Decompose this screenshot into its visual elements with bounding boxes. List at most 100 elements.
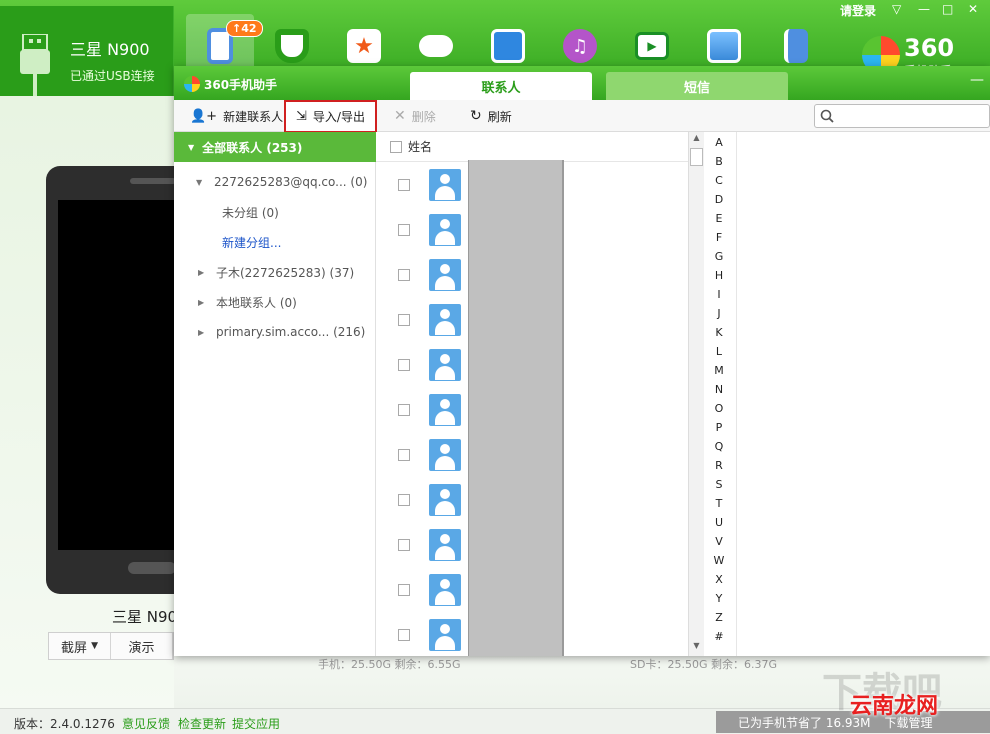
alpha-index-letter[interactable]: E [708, 212, 730, 225]
new-group-link[interactable]: 新建分组... [222, 230, 281, 254]
alpha-index-letter[interactable]: B [708, 155, 730, 168]
alpha-index-letter[interactable]: U [708, 516, 730, 529]
alphabet-index: A B C D E F G H I J K L M N O P Q R S T U V W X Y Z # [708, 132, 734, 656]
row-checkbox[interactable] [398, 448, 410, 461]
maximize-icon[interactable]: □ [942, 2, 953, 16]
contact-list-scrollbar[interactable]: ▲ ▼ [688, 132, 704, 656]
row-checkbox[interactable] [398, 178, 410, 191]
group-all-label: 全部联系人 (253) [202, 140, 303, 155]
search-input[interactable] [814, 104, 990, 128]
new-contact-button[interactable]: 👤+ 新建联系人 [190, 104, 283, 128]
group-zimu[interactable]: ▶ 子木(2272625283) (37) [198, 260, 354, 284]
alpha-index-letter[interactable]: I [708, 288, 730, 301]
collapsed-arrow-icon: ▶ [198, 327, 205, 337]
alpha-index-letter[interactable]: J [708, 307, 730, 320]
delete-button[interactable]: ✕ 删除 [394, 104, 436, 128]
alpha-index-letter[interactable]: K [708, 326, 730, 339]
contact-avatar-icon [429, 348, 461, 381]
alpha-index-letter[interactable]: R [708, 459, 730, 472]
tab-sms[interactable]: 短信 [606, 72, 788, 100]
alpha-index-letter[interactable]: V [708, 535, 730, 548]
contact-avatar-icon [429, 528, 461, 561]
group-label: primary.sim.acco... (216) [216, 325, 366, 339]
row-checkbox[interactable] [398, 358, 410, 371]
row-checkbox[interactable] [398, 403, 410, 416]
submit-app-link[interactable]: 提交应用 [232, 715, 280, 732]
photo-icon [707, 29, 741, 63]
login-link[interactable]: 请登录 [840, 2, 876, 19]
book-icon [784, 29, 808, 63]
minimize-icon[interactable]: — [918, 2, 930, 16]
alpha-index-letter[interactable]: W [708, 554, 730, 567]
alpha-index-letter[interactable]: Z [708, 611, 730, 624]
contact-avatar-icon [429, 438, 461, 471]
alpha-index-letter[interactable]: F [708, 231, 730, 244]
demo-button[interactable]: 演示 [111, 633, 173, 659]
contact-avatar-icon [429, 483, 461, 516]
contact-list-header: 姓名 [376, 132, 688, 162]
group-label: 未分组 (0) [222, 205, 279, 220]
group-all-contacts[interactable]: ▼ 全部联系人 (253) [174, 132, 376, 162]
alpha-index-letter[interactable]: O [708, 402, 730, 415]
sd-storage: SD卡：25.50G 剩余：6.37G [630, 658, 777, 671]
refresh-icon: ↻ [470, 108, 482, 124]
alpha-index-letter[interactable]: L [708, 345, 730, 358]
window-minimize-icon[interactable]: — [970, 72, 984, 88]
row-checkbox[interactable] [398, 628, 410, 641]
scroll-down-icon[interactable]: ▼ [689, 641, 704, 655]
import-export-label: 导入/导出 [312, 110, 365, 124]
group-sim[interactable]: ▶ primary.sim.acco... (216) [198, 320, 365, 344]
alpha-index-letter[interactable]: M [708, 364, 730, 377]
alpha-index-letter[interactable]: X [708, 573, 730, 586]
group-local[interactable]: ▶ 本地联系人 (0) [198, 290, 297, 314]
alpha-index-letter[interactable]: Y [708, 592, 730, 605]
row-checkbox[interactable] [398, 538, 410, 551]
collapse-arrow-icon: ▼ [188, 142, 195, 152]
delete-label: 删除 [411, 109, 436, 124]
group-qq-account[interactable]: ▼ 2272625283@qq.co... (0) [196, 170, 367, 194]
row-checkbox[interactable] [398, 313, 410, 326]
row-checkbox[interactable] [398, 223, 410, 236]
logo-text: 360 [904, 34, 955, 62]
group-label: 2272625283@qq.co... (0) [214, 175, 368, 189]
alpha-index-letter[interactable]: G [708, 250, 730, 263]
watermark-brand: 云南龙网 [850, 694, 939, 719]
import-export-button[interactable]: ⇲ 导入/导出 [284, 100, 377, 133]
screenshot-button[interactable]: 截屏 ▼ [49, 633, 111, 659]
screenshot-label: 截屏 [60, 640, 87, 656]
contact-list: 姓名 [376, 132, 688, 656]
alpha-index-letter[interactable]: Q [708, 440, 730, 453]
group-ungrouped[interactable]: 未分组 (0) [222, 200, 279, 224]
feedback-link[interactable]: 意见反馈 [122, 715, 170, 732]
select-all-checkbox[interactable] [390, 140, 402, 153]
close-icon[interactable]: ✕ [968, 2, 978, 16]
add-user-icon: 👤+ [190, 108, 218, 124]
scroll-up-icon[interactable]: ▲ [689, 133, 704, 147]
row-checkbox[interactable] [398, 583, 410, 596]
alpha-index-letter[interactable]: A [708, 136, 730, 149]
alpha-index-letter[interactable]: C [708, 174, 730, 187]
contact-avatar-icon [429, 393, 461, 426]
check-update-link[interactable]: 检查更新 [178, 715, 226, 732]
alpha-index-letter[interactable]: N [708, 383, 730, 396]
alpha-index-letter[interactable]: T [708, 497, 730, 510]
scroll-thumb[interactable] [690, 148, 703, 166]
alpha-index-letter[interactable]: S [708, 478, 730, 491]
alpha-index-letter[interactable]: D [708, 193, 730, 206]
contact-avatar-icon [429, 618, 461, 651]
version-label: 版本：2.4.0.1276 [14, 717, 115, 731]
alpha-index-letter[interactable]: H [708, 269, 730, 282]
refresh-button[interactable]: ↻ 刷新 [470, 104, 512, 128]
device-panel[interactable]: 三星 N900 已通过USB连接 [0, 6, 174, 100]
row-checkbox[interactable] [398, 493, 410, 506]
menu-icon[interactable]: ▽ [892, 2, 901, 16]
shopping-bag-icon [491, 29, 525, 63]
phone-mockup [46, 166, 176, 594]
tab-contacts[interactable]: 联系人 [410, 72, 592, 100]
alpha-index-letter[interactable]: P [708, 421, 730, 434]
phone-home-button [128, 562, 176, 574]
phone-storage: 手机：25.50G 剩余：6.55G [318, 658, 461, 671]
window-title: 360手机助手 [204, 78, 278, 92]
row-checkbox[interactable] [398, 268, 410, 281]
alpha-index-letter[interactable]: # [708, 630, 730, 643]
